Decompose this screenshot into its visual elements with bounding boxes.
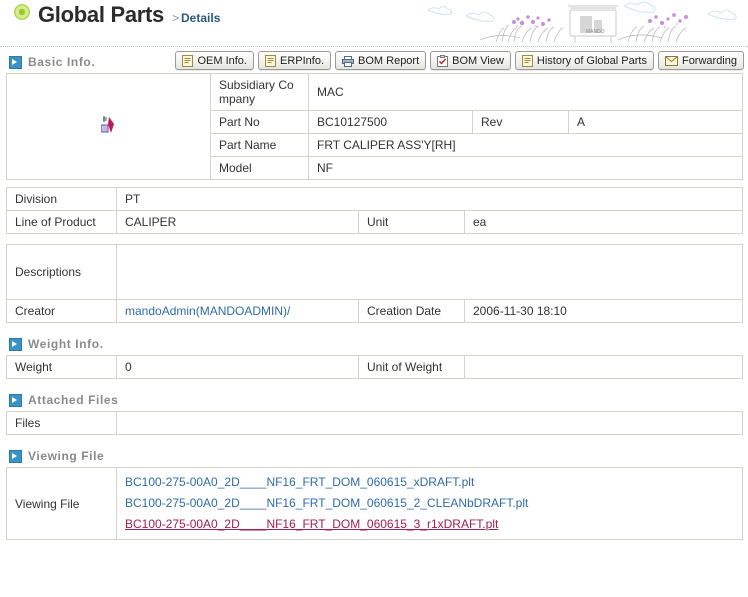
broken-image-icon [100, 116, 114, 133]
unit-of-weight-label: Unit of Weight [358, 355, 465, 379]
files-value [116, 411, 743, 435]
creation-date-label: Creation Date [358, 299, 465, 323]
section-weight-info: Weight Info. [0, 333, 748, 355]
page-header: Global Parts > Details MANDO [0, 0, 748, 47]
clipboard-check-icon [437, 54, 449, 67]
section-attached-files-label: Attached Files [28, 393, 119, 407]
creation-date-value: 2006-11-30 18:10 [463, 299, 744, 323]
creator-value-cell: mandoAdmin(MANDOADMIN)/ [116, 299, 359, 323]
arrow-square-icon [9, 449, 22, 463]
bom-report-button[interactable]: BOM Report [335, 51, 427, 70]
section-viewing-file: Viewing File [0, 445, 748, 467]
table-row: Weight 0 Unit of Weight [6, 355, 743, 379]
basic-info-header-row: Basic Info. OEM Info. ERPInfo. BOM Repor… [0, 51, 748, 73]
rev-label: Rev [472, 110, 569, 134]
document-icon [182, 54, 194, 67]
files-label: Files [6, 411, 117, 435]
descriptions-value [115, 244, 744, 300]
oem-info-button-label: OEM Info. [197, 54, 247, 67]
history-of-global-parts-button[interactable]: History of Global Parts [514, 51, 654, 70]
bom-view-button-label: BOM View [452, 54, 504, 67]
section-viewing-file-label: Viewing File [28, 449, 105, 463]
breadcrumb-current: Details [181, 11, 221, 25]
basic-info-table: Subsidiary Company MAC Part No BC1012750… [6, 73, 744, 180]
creator-link[interactable]: mandoAdmin(MANDOADMIN)/ [125, 304, 290, 318]
weight-info-table: Weight 0 Unit of Weight [6, 355, 743, 379]
printer-icon [342, 55, 355, 67]
unit-of-weight-value [464, 355, 743, 379]
weight-value: 0 [116, 355, 359, 379]
rev-value: A [567, 110, 744, 134]
list-item: BC100-275-00A0_2D____NF16_FRT_DOM_060615… [125, 514, 734, 535]
table-row: Subsidiary Company MAC [6, 73, 744, 180]
document-icon [264, 54, 276, 67]
bom-view-button[interactable]: BOM View [430, 51, 511, 70]
line-of-product-value: CALIPER [116, 210, 359, 234]
division-label: Division [6, 187, 117, 211]
erp-info-button-label: ERPInfo. [279, 54, 325, 67]
forwarding-button-label: Forwarding [681, 54, 737, 67]
table-row: Files [6, 411, 743, 435]
classification-table: Division PT Line of Product CALIPER Unit… [6, 187, 743, 234]
attached-files-table: Files [6, 411, 743, 435]
descriptions-label: Descriptions [6, 244, 117, 300]
bom-report-button-label: BOM Report [358, 54, 420, 67]
list-item: BC100-275-00A0_2D____NF16_FRT_DOM_060615… [125, 472, 734, 493]
table-row: Descriptions [6, 244, 744, 300]
viewing-file-label: Viewing File [6, 467, 117, 540]
unit-value: ea [464, 210, 743, 234]
table-row: Creator mandoAdmin(MANDOADMIN)/ Creation… [6, 299, 744, 323]
toolbar: OEM Info. ERPInfo. BOM Report BOM View H… [175, 51, 744, 70]
section-basic-info-label: Basic Info. [28, 55, 96, 69]
header-decoration-illustration: MANDO [427, 1, 737, 43]
history-of-global-parts-button-label: History of Global Parts [536, 54, 647, 67]
division-value: PT [116, 187, 743, 211]
descriptions-table: Descriptions Creator mandoAdmin(MANDOADM… [6, 244, 744, 323]
part-image-cell [6, 73, 211, 180]
arrow-square-icon [9, 337, 22, 351]
subsidiary-company-value: MAC [307, 73, 744, 111]
arrow-square-icon [9, 393, 22, 407]
viewing-file-list-cell: BC100-275-00A0_2D____NF16_FRT_DOM_060615… [116, 467, 743, 540]
list-item: BC100-275-00A0_2D____NF16_FRT_DOM_060615… [125, 493, 734, 514]
document-icon [521, 54, 533, 67]
weight-label: Weight [6, 355, 117, 379]
table-row: Viewing File BC100-275-00A0_2D____NF16_F… [6, 467, 743, 540]
creator-label: Creator [6, 299, 117, 323]
part-no-value: BC10127500 [308, 110, 473, 134]
section-attached-files: Attached Files [0, 389, 748, 411]
part-name-value: FRT CALIPER ASS'Y[RH] [307, 133, 744, 157]
title-row: Global Parts > Details [14, 4, 220, 26]
viewing-file-table: Viewing File BC100-275-00A0_2D____NF16_F… [6, 467, 743, 540]
section-weight-info-label: Weight Info. [28, 337, 104, 351]
forwarding-button[interactable]: Forwarding [657, 51, 744, 70]
envelope-icon [664, 55, 678, 66]
part-no-label: Part No [210, 110, 309, 134]
unit-label: Unit [358, 210, 465, 234]
viewing-file-list: BC100-275-00A0_2D____NF16_FRT_DOM_060615… [125, 472, 734, 535]
oem-info-button[interactable]: OEM Info. [175, 51, 254, 70]
table-row: Line of Product CALIPER Unit ea [6, 210, 743, 234]
header-art-label: MANDO [586, 29, 605, 35]
subsidiary-company-label: Subsidiary Company [210, 73, 309, 111]
model-label: Model [210, 156, 309, 180]
viewing-file-link-1[interactable]: BC100-275-00A0_2D____NF16_FRT_DOM_060615… [125, 475, 474, 489]
green-circle-icon [14, 4, 30, 20]
page-title: Global Parts [38, 2, 164, 27]
erp-info-button[interactable]: ERPInfo. [257, 51, 332, 70]
arrow-square-icon [9, 55, 22, 69]
viewing-file-link-2[interactable]: BC100-275-00A0_2D____NF16_FRT_DOM_060615… [125, 496, 528, 510]
breadcrumb: > Details [172, 12, 220, 24]
part-name-label: Part Name [210, 133, 309, 157]
model-value: NF [307, 156, 744, 180]
table-row: Division PT [6, 187, 743, 211]
viewing-file-link-3[interactable]: BC100-275-00A0_2D____NF16_FRT_DOM_060615… [125, 517, 498, 531]
breadcrumb-chevron-icon: > [172, 11, 180, 25]
line-of-product-label: Line of Product [6, 210, 117, 234]
